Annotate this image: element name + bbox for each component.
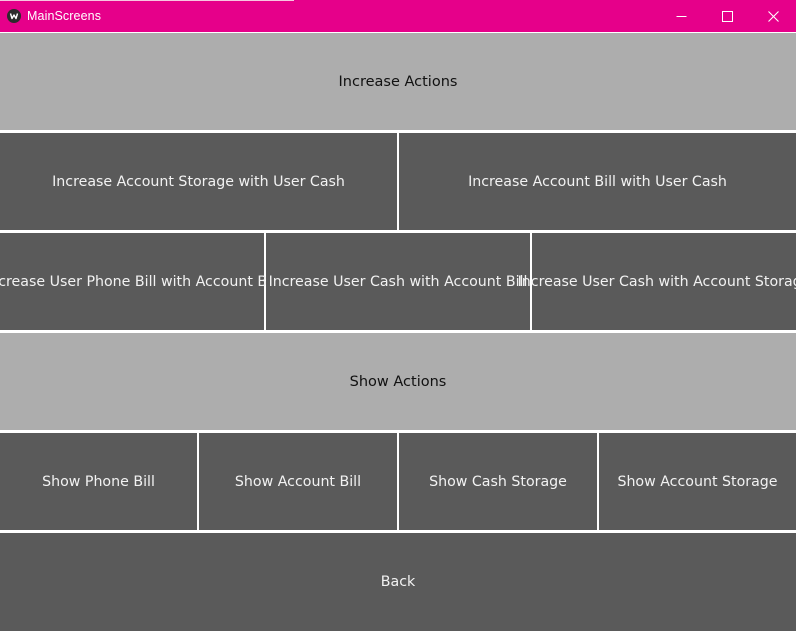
show-phone-bill-button[interactable]: Show Phone Bill <box>0 433 197 530</box>
button-label: Increase User Cash with Account Storage <box>517 273 796 290</box>
button-label: Show Account Storage <box>617 473 778 490</box>
button-label: Increase Account Storage with User Cash <box>52 173 345 190</box>
show-account-bill-button[interactable]: Show Account Bill <box>199 433 397 530</box>
close-icon <box>767 10 779 22</box>
maximize-icon <box>721 10 733 22</box>
window-controls <box>658 0 796 32</box>
show-actions-header-button[interactable]: Show Actions <box>0 333 796 430</box>
kivy-app-icon <box>7 9 21 23</box>
button-label: Increase Account Bill with User Cash <box>468 173 727 190</box>
minimize-icon <box>676 15 686 17</box>
increase-actions-header-button[interactable]: Increase Actions <box>0 33 796 130</box>
increase-user-cash-with-account-storage-button[interactable]: Increase User Cash with Account Storage <box>518 233 796 330</box>
increase-actions-label: Increase Actions <box>338 73 458 90</box>
minimize-button[interactable] <box>658 0 704 32</box>
window-title: MainScreens <box>27 9 102 23</box>
button-label: Show Cash Storage <box>429 473 567 490</box>
increase-account-storage-with-user-cash-button[interactable]: Increase Account Storage with User Cash <box>0 133 397 230</box>
increase-account-bill-with-user-cash-button[interactable]: Increase Account Bill with User Cash <box>399 133 796 230</box>
increase-user-phone-bill-with-account-bill-button[interactable]: Increase User Phone Bill with Account Bi… <box>0 233 279 330</box>
main-window: MainScreens Increase Actions Increase Ac… <box>0 0 796 631</box>
show-cash-storage-button[interactable]: Show Cash Storage <box>399 433 597 530</box>
show-account-storage-button[interactable]: Show Account Storage <box>599 433 796 530</box>
back-label: Back <box>380 574 416 590</box>
show-actions-label: Show Actions <box>349 373 447 390</box>
increase-user-cash-with-account-bill-button[interactable]: Increase User Cash with Account Bill <box>266 233 530 330</box>
title-bar-accent <box>0 0 294 1</box>
close-button[interactable] <box>750 0 796 32</box>
button-label: Show Phone Bill <box>42 473 155 490</box>
title-bar[interactable]: MainScreens <box>0 0 796 32</box>
button-label: Increase User Cash with Account Bill <box>268 273 528 290</box>
back-button[interactable]: Back <box>0 533 796 631</box>
button-label: Increase User Phone Bill with Account Bi… <box>0 273 279 290</box>
maximize-button[interactable] <box>704 0 750 32</box>
button-label: Show Account Bill <box>234 473 362 490</box>
